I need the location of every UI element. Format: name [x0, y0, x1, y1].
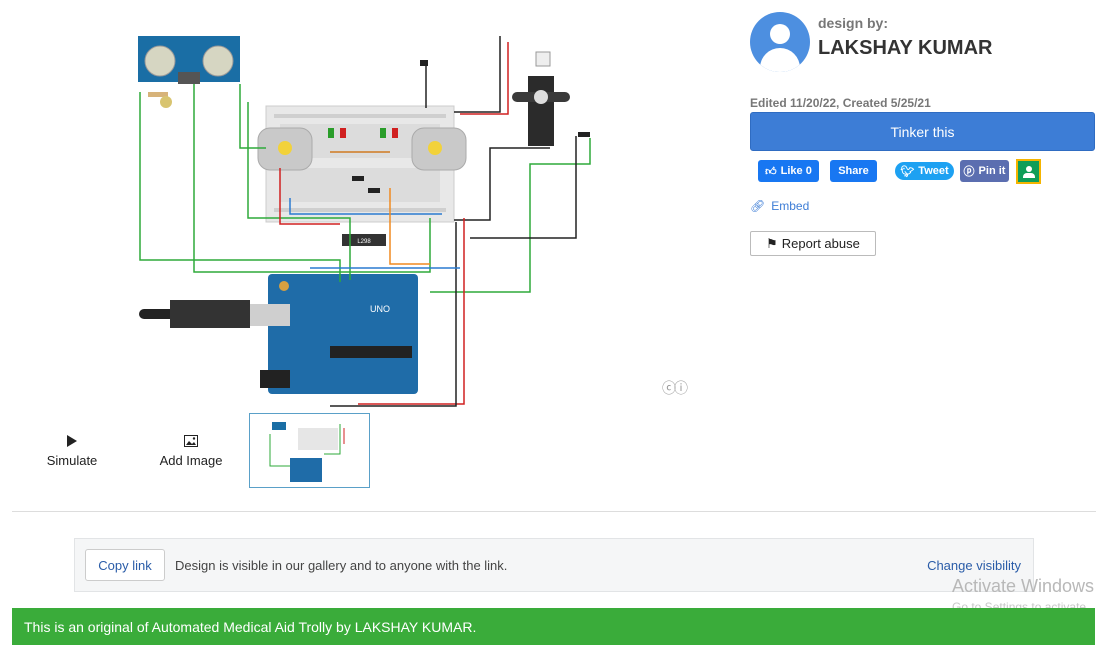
- facebook-like-button[interactable]: 👍︎ Like 0: [758, 160, 819, 182]
- svg-text:UNO: UNO: [370, 304, 390, 314]
- thumbs-up-icon: 👍︎: [765, 165, 777, 178]
- dc-motor-right: [411, 127, 467, 171]
- copy-link-button[interactable]: Copy link: [85, 549, 165, 581]
- creative-commons-icon: ⓒⓘ: [662, 380, 688, 396]
- add-image-button[interactable]: Add Image: [155, 435, 227, 468]
- twitter-icon: 🐦︎: [900, 165, 915, 178]
- tweet-label: Tweet: [918, 165, 949, 177]
- banner-text: This is an original of Automated Medical…: [24, 618, 477, 635]
- edit-dates: Edited 11/20/22, Created 5/25/21: [750, 96, 931, 110]
- facebook-share-button[interactable]: Share: [830, 160, 877, 182]
- tinker-this-button[interactable]: Tinker this: [750, 112, 1095, 151]
- pinterest-icon: ⓟ: [963, 166, 975, 178]
- dc-motor-left: [257, 127, 313, 171]
- windows-activation-watermark: Activate Windows: [952, 576, 1095, 596]
- design-thumbnail[interactable]: [249, 413, 370, 488]
- servo-motor: [512, 51, 570, 146]
- change-visibility-link[interactable]: Change visibility: [927, 558, 1021, 573]
- embed-label: Embed: [771, 199, 810, 213]
- share-panel: Copy link Design is visible in our galle…: [74, 538, 1034, 592]
- arduino-uno-board: UNO: [260, 274, 418, 394]
- play-icon: [40, 435, 104, 451]
- circuit-preview[interactable]: L298 UNO: [130, 28, 600, 408]
- google-classroom-icon[interactable]: [1016, 159, 1041, 184]
- visibility-text: Design is visible in our gallery and to …: [175, 558, 508, 573]
- image-icon: [155, 435, 227, 451]
- pinterest-button[interactable]: ⓟ Pin it: [960, 160, 1009, 182]
- design-by-label: design by:: [818, 15, 889, 31]
- author-name[interactable]: LAKSHAY KUMAR: [818, 37, 992, 60]
- divider: [12, 511, 1096, 512]
- flag-icon: ⚑: [766, 235, 778, 251]
- motor-driver-ic: L298: [342, 234, 386, 246]
- add-image-label: Add Image: [159, 453, 223, 468]
- original-design-banner: This is an original of Automated Medical…: [12, 608, 1095, 645]
- facebook-like-label: Like 0: [780, 165, 812, 177]
- project-page: L298 UNO ⓒⓘ Simulate Add Image design by…: [0, 0, 1108, 652]
- embed-link[interactable]: 🔗︎ Embed: [750, 199, 809, 213]
- facebook-share-label: Share: [838, 165, 869, 177]
- simulate-label: Simulate: [46, 453, 98, 468]
- ultrasonic-sensor: [138, 36, 240, 84]
- avatar[interactable]: [750, 12, 810, 72]
- link-icon: 🔗︎: [750, 199, 766, 213]
- report-abuse-button[interactable]: ⚑ Report abuse: [750, 231, 876, 256]
- svg-text:L298: L298: [357, 239, 371, 245]
- usb-cable: [139, 300, 290, 328]
- pin-it-label: Pin it: [978, 165, 1006, 177]
- report-abuse-label: Report abuse: [781, 236, 860, 251]
- simulate-button[interactable]: Simulate: [40, 435, 104, 468]
- tweet-button[interactable]: 🐦︎ Tweet: [895, 162, 954, 180]
